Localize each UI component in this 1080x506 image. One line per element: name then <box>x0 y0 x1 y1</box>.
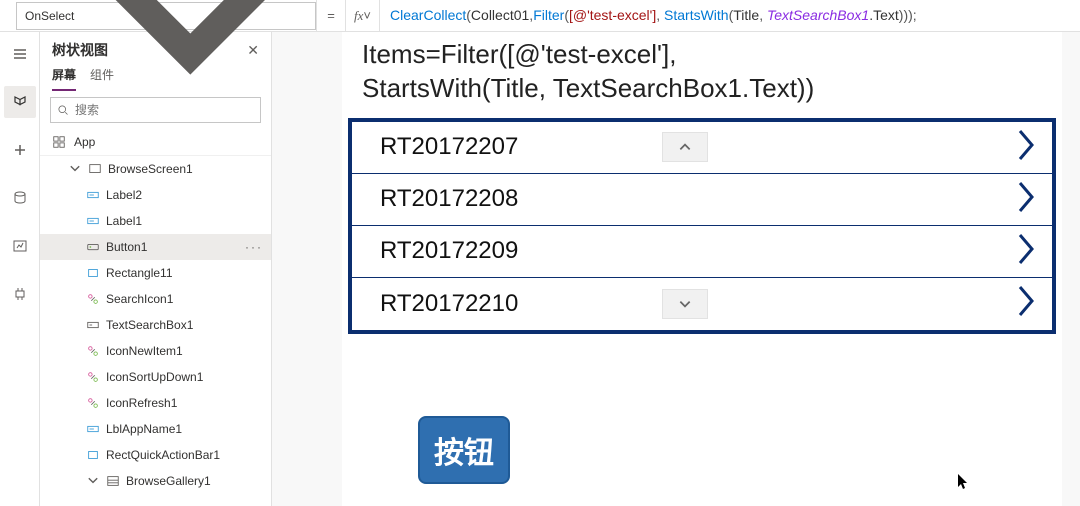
iconctrl-icon <box>86 344 100 358</box>
label-icon <box>86 188 100 202</box>
close-icon[interactable]: ✕ <box>247 42 259 59</box>
tree-node-label: LblAppName1 <box>106 422 182 436</box>
cursor-icon <box>956 473 970 496</box>
gallery-row[interactable]: RT20172207 <box>352 122 1052 174</box>
panel-title: 树状视图 <box>52 40 108 60</box>
rect-icon <box>86 448 100 462</box>
rail-hamburger-icon[interactable] <box>4 38 36 70</box>
tree-node-browsescreen1[interactable]: BrowseScreen1 <box>40 156 271 182</box>
iconctrl-icon <box>86 292 100 306</box>
app-label: App <box>74 135 95 149</box>
fx-label[interactable]: fx˅ <box>346 0 380 31</box>
tree-list: BrowseScreen1 Label2 Label1 Button1 ··· Recta… <box>40 156 271 506</box>
tree-node-label: RectQuickActionBar1 <box>106 448 220 462</box>
chevron-down-icon <box>86 474 100 488</box>
rail-media-icon[interactable] <box>4 230 36 262</box>
tree-node-iconnewitem1[interactable]: IconNewItem1 <box>40 338 271 364</box>
equals-label: = <box>316 0 346 31</box>
left-rail <box>0 32 40 506</box>
tree-node-label: Label1 <box>106 214 142 228</box>
tree-node-label: Button1 <box>106 240 147 254</box>
button-control[interactable]: 按钮 <box>418 416 510 484</box>
tree-node-iconrefresh1[interactable]: IconRefresh1 <box>40 390 271 416</box>
scroll-up-button[interactable] <box>662 132 708 162</box>
label-icon <box>86 422 100 436</box>
chevron-down-icon <box>68 162 82 176</box>
gallery-row-title: RT20172208 <box>352 185 1052 213</box>
tree-node-label2[interactable]: Label2 <box>40 182 271 208</box>
tree-node-label: BrowseScreen1 <box>108 162 193 176</box>
app-icon <box>52 135 66 149</box>
screen-preview: Items=Filter([@'test-excel'], StartsWith… <box>342 32 1062 506</box>
chevron-right-icon[interactable] <box>1014 127 1038 168</box>
tab-components[interactable]: 组件 <box>90 66 114 91</box>
canvas[interactable]: Items=Filter([@'test-excel'], StartsWith… <box>272 32 1080 506</box>
rail-data-icon[interactable] <box>4 182 36 214</box>
gallery-row[interactable]: RT20172210 <box>352 278 1052 330</box>
tree-app-node[interactable]: App <box>40 129 271 156</box>
iconctrl-icon <box>86 370 100 384</box>
tree-node-browsegallery1[interactable]: BrowseGallery1 <box>40 468 271 494</box>
tree-node-button1[interactable]: Button1 ··· <box>40 234 271 260</box>
chevron-right-icon[interactable] <box>1014 179 1038 220</box>
property-selector[interactable]: OnSelect <box>16 2 316 30</box>
browse-gallery[interactable]: RT20172207 RT20172208 RT20172209 RT20172210 <box>348 118 1056 334</box>
more-icon[interactable]: ··· <box>245 240 263 254</box>
tree-node-label: BrowseGallery1 <box>126 474 211 488</box>
gallery-icon <box>106 474 120 488</box>
textbox-icon <box>86 318 100 332</box>
rect-icon <box>86 266 100 280</box>
search-input[interactable] <box>50 97 261 123</box>
tree-node-label: IconRefresh1 <box>106 396 177 410</box>
formula-bar[interactable]: ClearCollect(Collect01,Filter([@'test-ex… <box>380 7 1080 24</box>
search-field[interactable] <box>75 103 254 117</box>
tree-node-searchicon1[interactable]: SearchIcon1 <box>40 286 271 312</box>
tree-node-rectquickactionbar1[interactable]: RectQuickActionBar1 <box>40 442 271 468</box>
tree-node-label: Label2 <box>106 188 142 202</box>
tree-node-textsearchbox1[interactable]: TextSearchBox1 <box>40 312 271 338</box>
search-icon <box>57 104 69 116</box>
chevron-right-icon[interactable] <box>1014 283 1038 324</box>
gallery-row-title: RT20172209 <box>352 237 1052 265</box>
rail-tools-icon[interactable] <box>4 278 36 310</box>
tree-view-panel: 树状视图 ✕ 屏幕 组件 App BrowseScreen1 Label2 Labe… <box>40 32 272 506</box>
tree-node-label: Rectangle11 <box>106 266 173 280</box>
tree-node-label: IconNewItem1 <box>106 344 183 358</box>
property-selector-value: OnSelect <box>25 9 74 23</box>
tree-node-label: SearchIcon1 <box>106 292 173 306</box>
chevron-right-icon[interactable] <box>1014 231 1038 272</box>
tree-node-label1[interactable]: Label1 <box>40 208 271 234</box>
scroll-down-button[interactable] <box>662 289 708 319</box>
items-heading: Items=Filter([@'test-excel'], StartsWith… <box>342 32 1062 118</box>
screen-icon <box>88 162 102 176</box>
rail-insert-icon[interactable] <box>4 134 36 166</box>
tree-node-iconsortupdown1[interactable]: IconSortUpDown1 <box>40 364 271 390</box>
tree-node-lblappname1[interactable]: LblAppName1 <box>40 416 271 442</box>
tree-node-rectangle11[interactable]: Rectangle11 <box>40 260 271 286</box>
gallery-row[interactable]: RT20172209 <box>352 226 1052 278</box>
tab-screens[interactable]: 屏幕 <box>52 66 76 91</box>
iconctrl-icon <box>86 396 100 410</box>
label-icon <box>86 214 100 228</box>
rail-treeview-icon[interactable] <box>4 86 36 118</box>
tree-node-label: IconSortUpDown1 <box>106 370 203 384</box>
button-icon <box>86 240 100 254</box>
tree-node-label: TextSearchBox1 <box>106 318 193 332</box>
gallery-row[interactable]: RT20172208 <box>352 174 1052 226</box>
